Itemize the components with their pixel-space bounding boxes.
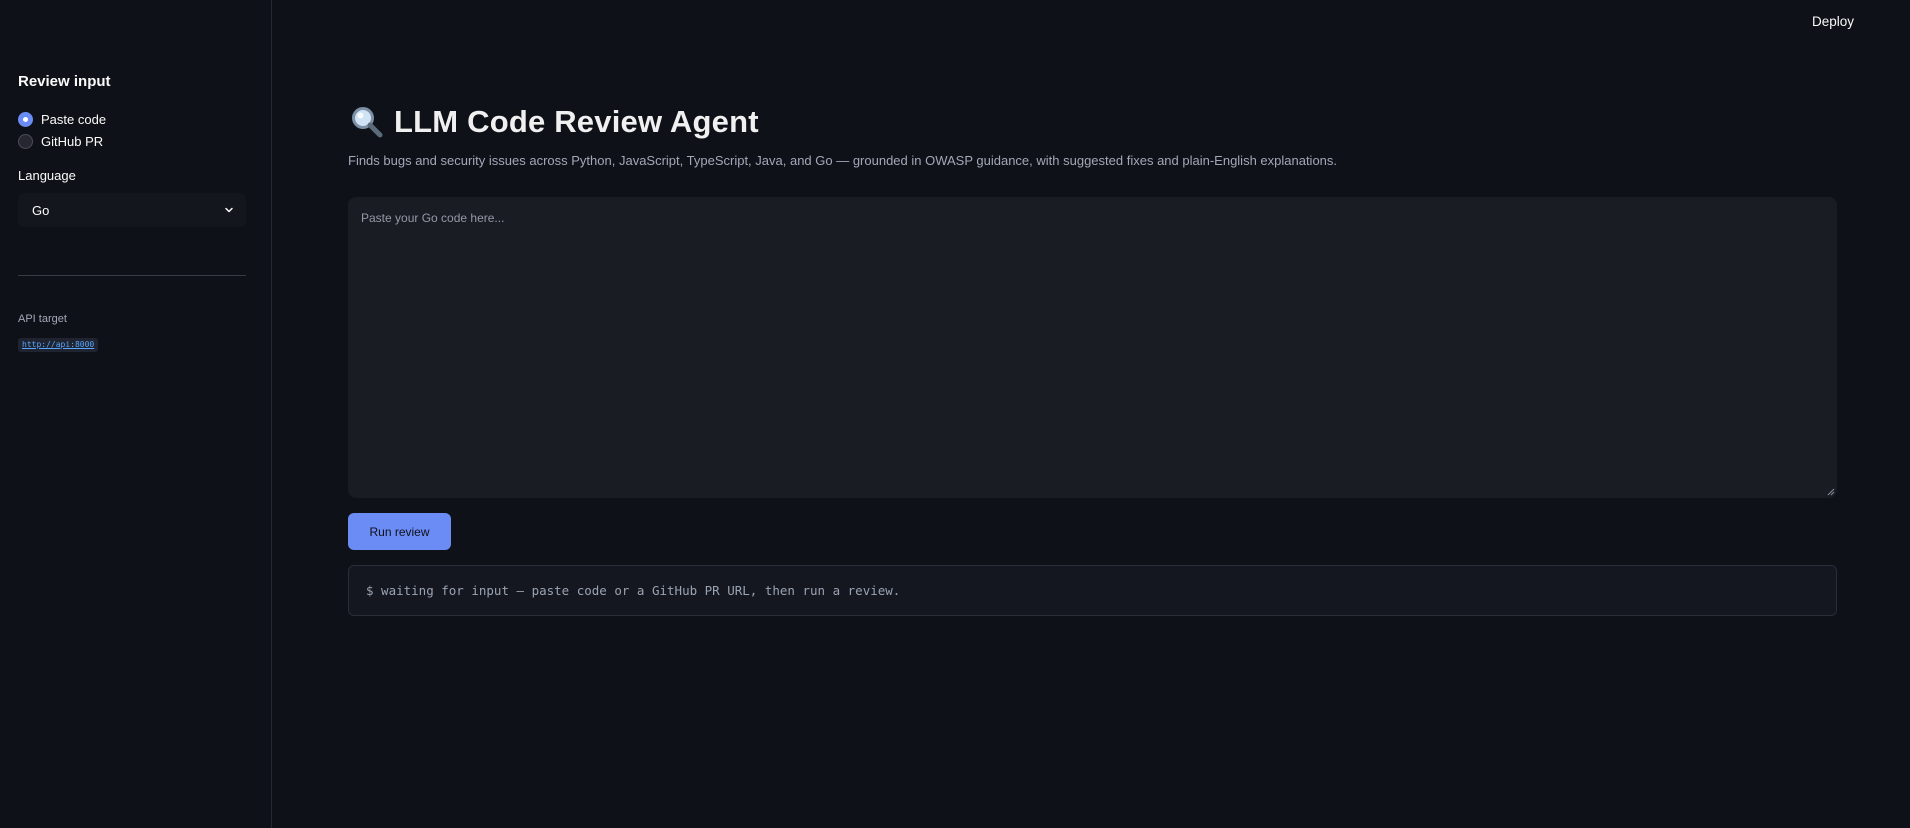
chevron-down-icon (225, 207, 233, 213)
page-title-row: LLM Code Review Agent (350, 104, 759, 140)
code-input[interactable]: Paste your Go code here... (348, 197, 1837, 498)
language-label: Language (18, 168, 76, 183)
page-subtitle: Finds bugs and security issues across Py… (348, 153, 1338, 168)
run-review-button[interactable]: Run review (348, 513, 451, 550)
radio-label: Paste code (41, 111, 107, 127)
sidebar-divider (18, 275, 246, 276)
api-target-caption: API target (18, 313, 67, 325)
code-input-placeholder: Paste your Go code here... (361, 211, 505, 225)
page-title: LLM Code Review Agent (394, 104, 759, 139)
resize-handle-icon[interactable] (1826, 487, 1835, 496)
radio-checked-icon[interactable] (18, 111, 33, 127)
language-select-value: Go (32, 202, 50, 218)
api-target-link[interactable]: http://api:8000 (18, 338, 99, 352)
magnifying-glass-icon (352, 107, 383, 138)
radio-paste-code[interactable]: Paste code (18, 109, 106, 129)
deploy-button[interactable]: Deploy (1808, 12, 1858, 31)
language-select[interactable]: Go (18, 193, 246, 227)
sidebar-heading: Review input (18, 73, 111, 90)
terminal-text: $ waiting for input — paste code or a Gi… (366, 583, 901, 598)
radio-unchecked-icon[interactable] (18, 133, 33, 149)
sidebar: Review input Paste code GitHub PR Langua… (0, 0, 272, 828)
radio-label: GitHub PR (41, 133, 104, 149)
status-terminal: $ waiting for input — paste code or a Gi… (348, 565, 1837, 616)
radio-github-pr[interactable]: GitHub PR (18, 131, 103, 151)
app-root: Review input Paste code GitHub PR Langua… (0, 0, 1910, 828)
